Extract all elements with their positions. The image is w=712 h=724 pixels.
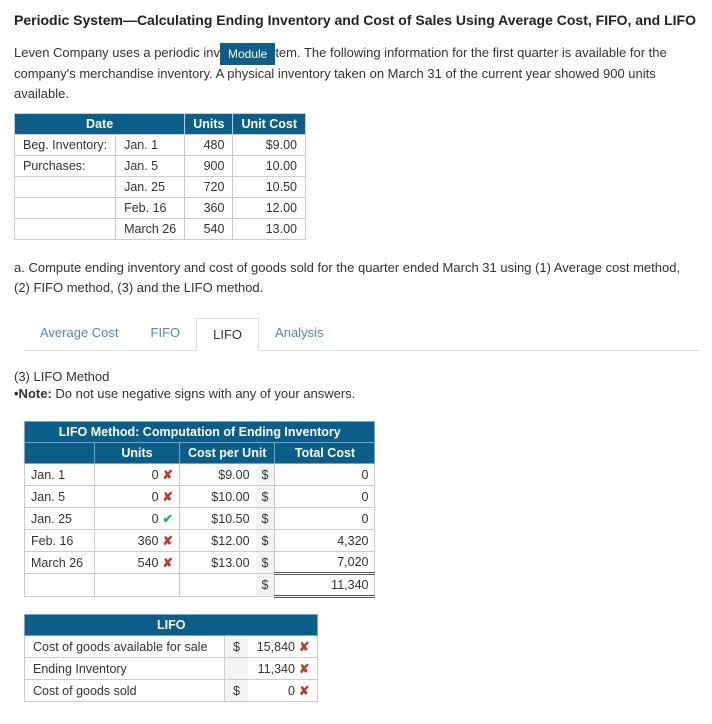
note-text: •Note: Do not use negative signs with an… xyxy=(14,386,698,401)
units-input[interactable]: 0✘ xyxy=(95,486,180,508)
table-row: Feb. 16 360✘ $12.00 $ 4,320 xyxy=(25,530,375,552)
total-input[interactable]: 7,020 xyxy=(275,552,375,574)
table-row: Ending Inventory 11,340✘ xyxy=(25,658,318,680)
sum-title: LIFO xyxy=(25,615,318,636)
total-input[interactable]: 4,320 xyxy=(275,530,375,552)
units-input[interactable]: 360✘ xyxy=(95,530,180,552)
col-unit-cost: Unit Cost xyxy=(233,114,306,135)
x-icon: ✘ xyxy=(163,468,173,482)
task-text: a. Compute ending inventory and cost of … xyxy=(14,258,698,297)
inventory-table: Date Units Unit Cost Beg. Inventory: Jan… xyxy=(14,113,306,240)
table-row: March 26 540✘ $13.00 $ 7,020 xyxy=(25,552,375,574)
lifo-summary-table: LIFO Cost of goods available for sale $ … xyxy=(24,614,318,702)
table-row: Feb. 16 360 12.00 xyxy=(15,198,306,219)
table-row: March 26 540 13.00 xyxy=(15,219,306,240)
units-input[interactable]: 0✔ xyxy=(95,508,180,530)
x-icon: ✘ xyxy=(299,662,309,676)
tab-fifo[interactable]: FIFO xyxy=(135,317,197,350)
total-input[interactable]: 0 xyxy=(275,464,375,486)
table-row: Cost of goods available for sale $ 15,84… xyxy=(25,636,318,658)
value-input[interactable]: 15,840✘ xyxy=(248,636,318,658)
tab-analysis[interactable]: Analysis xyxy=(259,317,339,350)
value-input[interactable]: 0✘ xyxy=(248,680,318,702)
page-title: Periodic System—Calculating Ending Inven… xyxy=(14,12,698,28)
lifo-computation-table: LIFO Method: Computation of Ending Inven… xyxy=(24,421,375,598)
table-row: Beg. Inventory: Jan. 1 480 $9.00 xyxy=(15,135,306,156)
x-icon: ✘ xyxy=(299,684,309,698)
tab-average-cost[interactable]: Average Cost xyxy=(24,317,135,350)
module-badge[interactable]: Module xyxy=(220,43,275,65)
table-row: Purchases: Jan. 5 900 10.00 xyxy=(15,156,306,177)
table-row: Jan. 5 0✘ $10.00 $ 0 xyxy=(25,486,375,508)
x-icon: ✘ xyxy=(163,556,173,570)
units-input[interactable]: 0✘ xyxy=(95,464,180,486)
section-heading: (3) LIFO Method xyxy=(14,369,698,384)
grand-total[interactable]: 11,340 xyxy=(275,574,375,597)
total-input[interactable]: 0 xyxy=(275,508,375,530)
tab-lifo[interactable]: LIFO xyxy=(196,318,259,351)
total-input[interactable]: 0 xyxy=(275,486,375,508)
intro-paragraph: Leven Company uses a periodic invModulet… xyxy=(14,42,698,103)
table-row: Jan. 1 0✘ $9.00 $ 0 xyxy=(25,464,375,486)
units-input[interactable]: 540✘ xyxy=(95,552,180,574)
col-units: Units xyxy=(95,443,180,464)
x-icon: ✘ xyxy=(299,640,309,654)
col-cpu: Cost per Unit xyxy=(180,443,275,464)
col-date: Date xyxy=(15,114,185,135)
method-tabs: Average Cost FIFO LIFO Analysis xyxy=(24,317,698,351)
table-row: Jan. 25 720 10.50 xyxy=(15,177,306,198)
x-icon: ✘ xyxy=(163,534,173,548)
comp-title: LIFO Method: Computation of Ending Inven… xyxy=(25,422,375,443)
col-total: Total Cost xyxy=(275,443,375,464)
table-row: Jan. 25 0✔ $10.50 $ 0 xyxy=(25,508,375,530)
table-row: Cost of goods sold $ 0✘ xyxy=(25,680,318,702)
total-row: $ 11,340 xyxy=(25,574,375,597)
check-icon: ✔ xyxy=(163,512,173,526)
intro-before: Leven Company uses a periodic inv xyxy=(14,45,220,60)
col-units: Units xyxy=(185,114,233,135)
x-icon: ✘ xyxy=(163,490,173,504)
value-input[interactable]: 11,340✘ xyxy=(248,658,318,680)
